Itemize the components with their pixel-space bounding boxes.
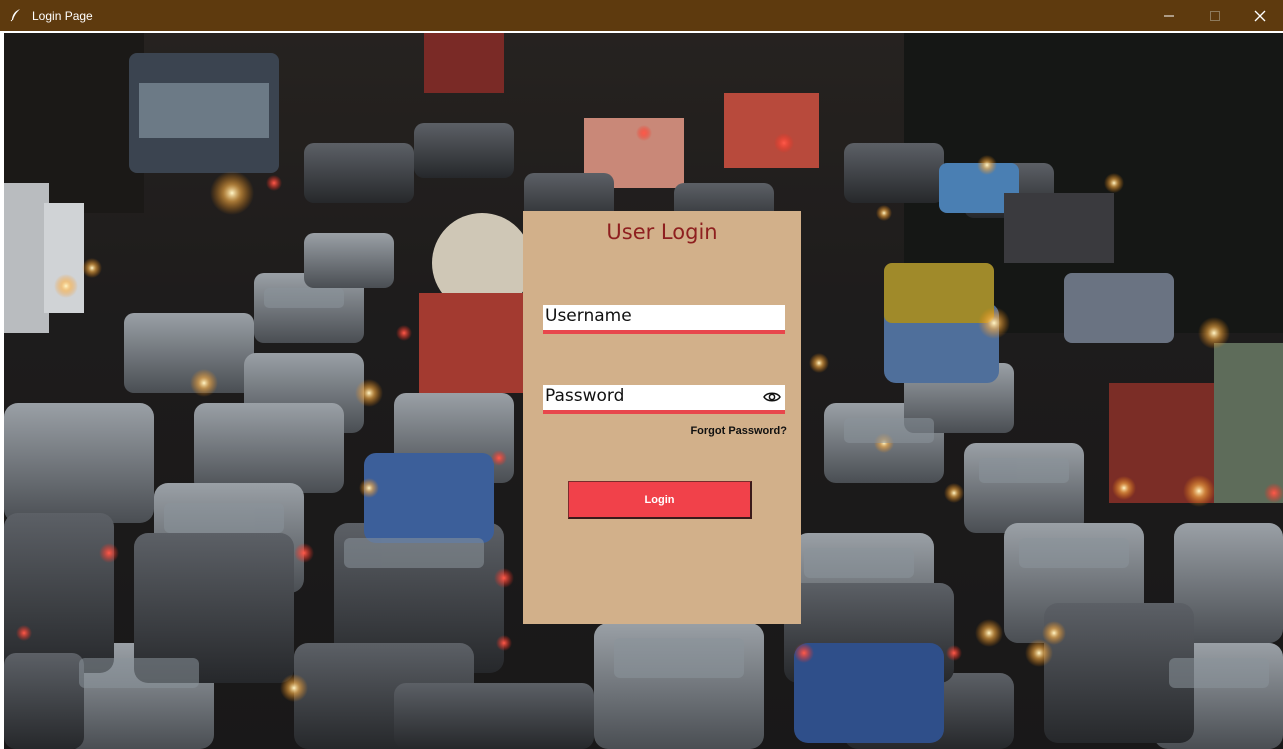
login-panel: User Login Username Password Forgot Pass… — [523, 211, 801, 624]
password-field[interactable]: Password — [543, 385, 785, 414]
login-title: User Login — [606, 220, 718, 244]
username-placeholder: Username — [545, 306, 632, 326]
window-title: Login Page — [32, 9, 93, 23]
eye-icon[interactable] — [763, 390, 781, 404]
maximize-button[interactable] — [1192, 0, 1238, 31]
title-bar: Login Page — [0, 0, 1283, 31]
feather-icon — [10, 9, 20, 22]
maximize-icon — [1210, 10, 1220, 21]
close-button[interactable] — [1237, 0, 1283, 31]
minimize-icon — [1164, 15, 1174, 16]
password-placeholder: Password — [545, 386, 625, 406]
username-field[interactable]: Username — [543, 305, 785, 334]
forgot-password-link[interactable]: Forgot Password? — [690, 425, 787, 437]
login-button[interactable]: Login — [568, 481, 752, 519]
close-icon — [1254, 10, 1266, 21]
minimize-button[interactable] — [1146, 0, 1192, 31]
